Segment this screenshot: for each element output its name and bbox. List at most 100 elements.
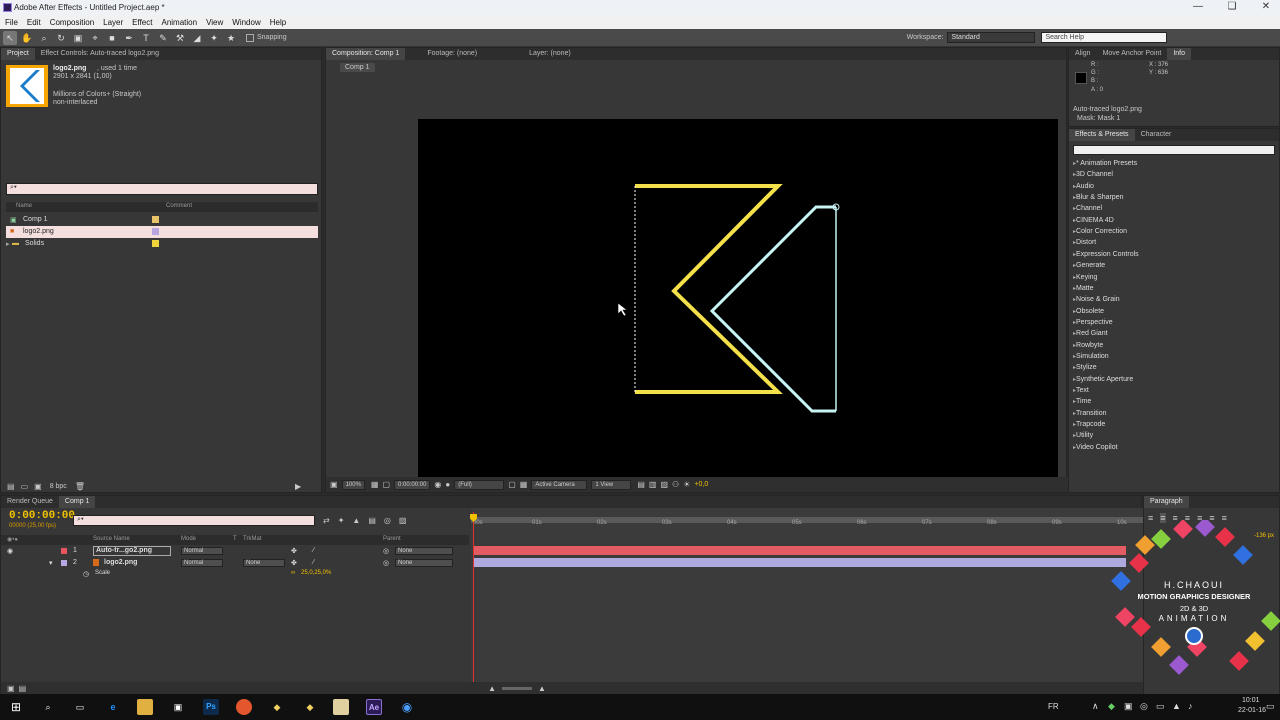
zoom-slider[interactable] [502, 686, 533, 690]
toggle-modes-icon[interactable]: ▤ [19, 684, 27, 693]
bit-depth-label[interactable]: 8 bpc [50, 483, 67, 490]
project-item-comp[interactable]: ▣ Comp 1 [6, 214, 318, 226]
effect-category-item[interactable]: CINEMA 4D [1073, 217, 1114, 224]
always-preview-icon[interactable]: ▣ [330, 480, 338, 489]
brush-tool-icon[interactable]: ✎ [156, 31, 170, 45]
effect-category-item[interactable]: Trapcode [1073, 421, 1105, 428]
shy-switch-icon[interactable]: ✤ [291, 547, 297, 555]
clone-stamp-tool-icon[interactable]: ⚒ [173, 31, 187, 45]
effect-category-item[interactable]: Time [1073, 398, 1091, 405]
workspace-dropdown[interactable]: Standard [947, 32, 1036, 43]
tab-info[interactable]: Info [1167, 48, 1192, 60]
snapping-checkbox[interactable] [246, 33, 254, 42]
quality-switch-icon[interactable]: ∕ [313, 547, 314, 554]
effect-category-item[interactable]: * Animation Presets [1073, 160, 1137, 167]
column-trkmat[interactable]: TrkMat [243, 536, 261, 542]
roto-brush-tool-icon[interactable]: ✦ [207, 31, 221, 45]
effect-category-item[interactable]: Channel [1073, 205, 1102, 212]
effect-category-item[interactable]: Matte [1073, 285, 1094, 292]
zoom-out-icon[interactable]: ▲ [488, 684, 496, 693]
label-swatch[interactable] [152, 216, 159, 223]
quality-switch-icon[interactable]: ∕ [313, 559, 314, 566]
effect-category-item[interactable]: Expression Controls [1073, 251, 1139, 258]
time-graph[interactable]: 00s 01s 02s 03s 04s 05s 06s 07s 08s 09s 10s [470, 508, 1143, 694]
app-shortcut-icon[interactable]: ◆ [269, 699, 285, 715]
tray-chevron-icon[interactable]: ∧ [1092, 701, 1099, 712]
exposure-value[interactable]: +0,0 [694, 481, 708, 488]
effect-category-item[interactable]: Generate [1073, 262, 1105, 269]
new-comp-icon[interactable]: ▣ [34, 482, 42, 491]
maximize-button[interactable]: ❑ [1220, 1, 1244, 12]
effect-category-item[interactable]: Utility [1073, 432, 1093, 439]
current-timecode[interactable]: 0:00:00:00 [9, 510, 75, 522]
camera-tool-icon[interactable]: ▣ [71, 31, 85, 45]
stopwatch-icon[interactable]: ◷ [83, 570, 89, 578]
column-name[interactable]: Name [16, 203, 32, 209]
pen-tool-icon[interactable]: ✒ [122, 31, 136, 45]
windows-start-icon[interactable]: ⊞ [8, 699, 24, 715]
visibility-eye-icon[interactable]: ◉ [7, 547, 13, 555]
project-item-logo[interactable]: ■ logo2.png [6, 226, 318, 238]
exposure-reset-icon[interactable]: ☀ [683, 480, 690, 489]
effect-category-item[interactable]: Blur & Sharpen [1073, 194, 1123, 201]
layer-row-1[interactable]: ◉ 1 Auto-tr...go2.png Normal ✤ ∕ ◎ None [1, 546, 469, 557]
mask-visibility-icon[interactable]: ▢ [382, 480, 390, 489]
effect-category-item[interactable]: Rowbyte [1073, 342, 1103, 349]
tab-align[interactable]: Align [1069, 48, 1097, 60]
store-icon[interactable]: ▣ [170, 699, 186, 715]
track-matte-dropdown[interactable]: None [243, 559, 285, 567]
expand-arrow-icon[interactable]: ▸ [6, 240, 10, 248]
shy-switch-icon[interactable]: ✤ [291, 559, 297, 567]
project-search-input[interactable]: ⌕▾ [6, 183, 318, 195]
tab-effects-presets[interactable]: Effects & Presets [1069, 129, 1135, 141]
menu-layer[interactable]: Layer [103, 18, 123, 27]
toggle-switches-icon[interactable]: ▣ [7, 684, 15, 693]
app-shortcut-icon[interactable] [333, 699, 349, 715]
hand-tool-icon[interactable]: ✋ [20, 31, 34, 45]
menu-view[interactable]: View [206, 18, 223, 27]
snapshot-camera-icon[interactable]: ◉ [434, 480, 441, 489]
layer-row-2[interactable]: ▾ 2 logo2.png Normal None ✤ ∕ ◎ None [1, 558, 469, 569]
search-icon[interactable]: ⌕ [40, 699, 56, 715]
traced-logo-yellow[interactable] [634, 184, 783, 394]
work-area-bar[interactable] [471, 517, 1143, 523]
layer-label-color[interactable] [61, 548, 67, 554]
selection-tool-icon[interactable]: ↖ [3, 30, 17, 45]
minimize-button[interactable]: — [1186, 1, 1210, 12]
trash-icon[interactable]: 🗑 [75, 482, 85, 491]
file-explorer-icon[interactable] [137, 699, 153, 715]
flowchart-icon[interactable]: ⚇ [672, 480, 679, 489]
current-time-display[interactable]: 0:00:00:00 [394, 479, 431, 490]
project-item-solids[interactable]: ▸ ▬ Solids [6, 238, 318, 250]
toggle-pixel-aspect-icon[interactable]: ▤ [637, 480, 645, 489]
type-tool-icon[interactable]: T [139, 31, 153, 45]
current-time-indicator[interactable] [473, 512, 474, 694]
column-source-name[interactable]: Source Name [93, 536, 130, 542]
layer-name[interactable]: logo2.png [104, 559, 137, 566]
tab-footage[interactable]: Footage: (none) [421, 48, 483, 60]
menu-composition[interactable]: Composition [50, 18, 94, 27]
puppet-pin-tool-icon[interactable]: ★ [224, 31, 238, 45]
grid-icon[interactable]: ▦ [371, 480, 379, 489]
hide-shy-layers-icon[interactable]: ▲ [352, 516, 360, 525]
battery-icon[interactable]: ▭ [1156, 701, 1165, 712]
rectangle-tool-icon[interactable]: ■ [105, 31, 119, 45]
timeline-icon[interactable]: ▧ [660, 480, 668, 489]
effects-search-input[interactable] [1073, 145, 1275, 155]
effect-category-item[interactable]: Transition [1073, 410, 1106, 417]
effect-category-item[interactable]: Color Correction [1073, 228, 1127, 235]
effect-category-item[interactable]: Keying [1073, 274, 1097, 281]
app-shortcut-icon[interactable]: ◉ [399, 699, 415, 715]
effect-category-item[interactable]: Stylize [1073, 364, 1097, 371]
firefox-icon[interactable] [236, 699, 252, 715]
blend-mode-dropdown[interactable]: Normal [181, 559, 223, 567]
clock-time[interactable]: 10:01 [1242, 697, 1260, 704]
property-row-scale[interactable]: ◷ Scale ∞ 25,0,25,0% [1, 569, 469, 580]
color-channel-icon[interactable]: ● [445, 480, 450, 489]
graph-editor-icon[interactable]: ▨ [399, 516, 407, 525]
column-t[interactable]: T [233, 536, 237, 542]
column-mode[interactable]: Mode [181, 536, 196, 542]
network-icon[interactable]: ▲ [1172, 701, 1181, 711]
camera-view-dropdown[interactable]: Active Camera [531, 479, 588, 490]
effect-category-item[interactable]: Simulation [1073, 353, 1109, 360]
